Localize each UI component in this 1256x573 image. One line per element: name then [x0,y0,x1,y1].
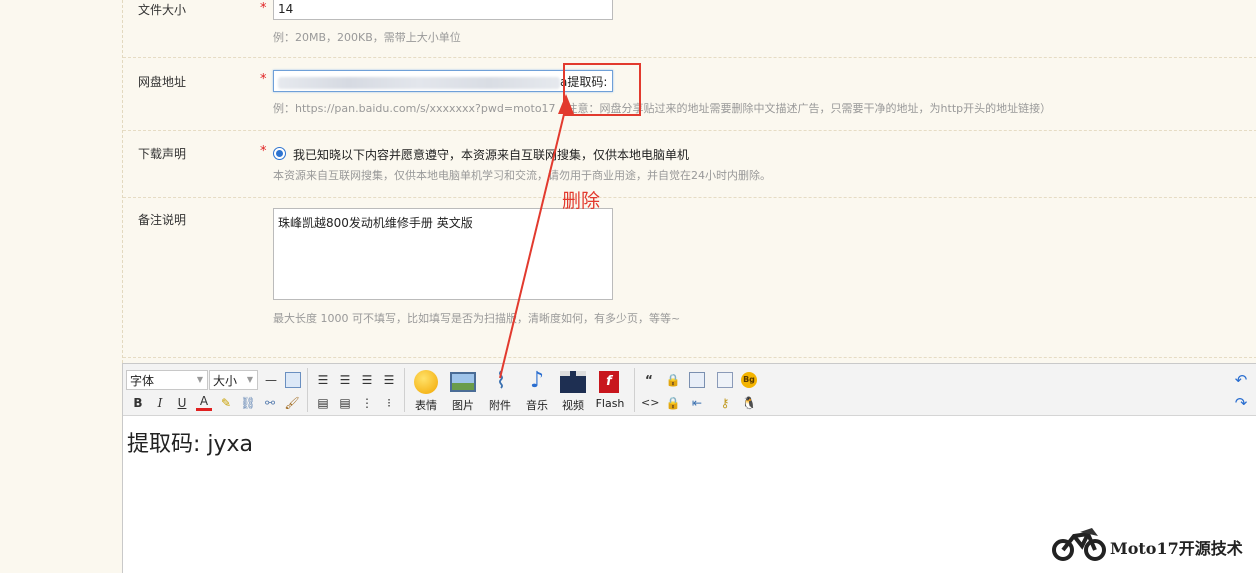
disk-url-label: 网盘地址 [138,75,187,89]
italic-icon[interactable]: I [152,395,168,411]
watermark: Moto17开源技术 [1052,520,1252,565]
chevron-down-icon: ▼ [196,375,203,384]
annotation-delete-label: 删除 [562,190,601,212]
disk-url-hint: 例：https://pan.baidu.com/s/xxxxxxx?pwd=mo… [273,102,1052,115]
download-notice-row: 下载声明 * 我已知晓以下内容并愿意遵守，本资源来自互联网搜集，仅供本地电脑单机… [123,131,1256,198]
attachment-icon[interactable]: ⌇ [488,370,514,394]
download-notice-label: 下载声明 [138,147,187,161]
undo-icon[interactable]: ↶ [1233,372,1249,388]
editor-toolbar: 字体 ▼ 大小 ▼ — B I U A ✎ ⛓ ⚯ 🖌 ☰ ☰ ☰ ☰ ▤ ▤ ⋮ … [123,364,1256,416]
float-left-icon[interactable]: ▤ [315,395,331,411]
remark-hint: 最大长度 1000 可不填写，比如填写是否为扫描版，清晰度如何，有多少页，等等~ [273,312,681,325]
agree-radio[interactable] [273,147,286,160]
toolbar-separator [404,368,405,412]
resource-form: 文件大小 * 14 例：20MB，200KB，需带上大小单位 网盘地址 * a提… [122,0,1256,363]
redo-icon[interactable]: ↷ [1233,395,1249,411]
size-select[interactable]: 大小 ▼ [209,370,258,390]
font-color-icon[interactable]: A [196,395,212,411]
watermark-text: Moto17开源技术 [1110,539,1243,558]
file-size-input[interactable]: 14 [273,0,613,20]
remark-label: 备注说明 [138,213,187,227]
video-icon[interactable] [560,371,586,393]
link-icon[interactable]: ⛓ [240,395,256,411]
chevron-down-icon: ▼ [246,375,253,384]
underline-icon[interactable]: U [174,395,190,411]
download-notice-hint: 本资源来自互联网搜集，仅供本地电脑单机学习和交流，请勿用于商业用途，并自觉在24… [273,169,771,182]
table-icon[interactable] [285,372,301,388]
key-icon[interactable]: ⚷ [717,395,733,411]
font-select[interactable]: 字体 ▼ [126,370,208,390]
font-select-value: 字体 [130,374,155,388]
remark-row: 备注说明 珠峰凯越800发动机维修手册 英文版 最大长度 1000 可不填写，比… [123,198,1256,358]
music-button-label[interactable]: 音乐 [517,397,557,413]
required-mark: * [260,1,267,16]
lock-icon[interactable]: 🔒 [665,372,681,388]
file-size-hint: 例：20MB，200KB，需带上大小单位 [273,31,461,44]
align-left-icon[interactable]: ☰ [337,372,353,388]
image-button-label[interactable]: 图片 [443,397,483,413]
highlight-icon[interactable]: ✎ [218,395,234,411]
quote-icon[interactable]: “ [641,372,657,388]
video-button-label[interactable]: 视频 [553,397,593,413]
motorcycle-logo-icon [1052,528,1106,561]
toolbar-separator [307,368,308,412]
hide-content-icon[interactable]: 🔒 [665,395,681,411]
qq-icon[interactable]: 🐧 [741,395,757,411]
unlink-icon[interactable]: ⚯ [262,395,278,411]
emoticon-button-label[interactable]: 表情 [406,397,446,413]
blurred-url [278,76,560,89]
agree-option-label[interactable]: 我已知晓以下内容并愿意遵守，本资源来自互联网搜集，仅供本地电脑单机 [293,146,689,163]
required-mark: * [260,72,267,87]
annotation-highlight-box [563,63,641,116]
music-icon[interactable]: ♪ [524,369,550,393]
image-icon[interactable] [450,372,476,392]
file-size-row: 文件大小 * 14 例：20MB，200KB，需带上大小单位 [123,0,1256,58]
remark-textarea[interactable]: 珠峰凯越800发动机维修手册 英文版 [273,208,613,300]
background-icon[interactable]: Bg [741,372,757,388]
size-select-value: 大小 [213,374,238,388]
horizontal-rule-icon[interactable]: — [263,372,279,388]
code-icon[interactable]: <> [641,395,659,411]
flash-button-label[interactable]: Flash [590,397,630,410]
align-center-icon[interactable]: ☰ [359,372,375,388]
clear-format-icon[interactable]: 🖌 [284,395,300,411]
page-break-icon[interactable] [717,372,733,388]
float-right-icon[interactable]: ▤ [337,395,353,411]
disk-url-input[interactable]: a提取码: [273,70,613,92]
indent-icon[interactable]: ⇤ [689,395,705,411]
align-justify-icon[interactable]: ☰ [315,372,331,388]
left-margin [0,0,122,573]
editor-content[interactable]: 提取码: jyxa [127,426,253,458]
ordered-list-icon[interactable]: ⋮ [359,395,375,411]
required-mark: * [260,144,267,159]
unordered-list-icon[interactable]: ⁝ [381,395,397,411]
disk-url-row: 网盘地址 * a提取码: 例：https://pan.baidu.com/s/x… [123,58,1256,131]
align-right-icon[interactable]: ☰ [381,372,397,388]
emoticon-icon[interactable] [414,370,438,394]
attachment-button-label[interactable]: 附件 [480,397,520,413]
flash-icon[interactable]: f [599,371,619,393]
toolbar-separator [634,368,635,412]
copy-icon[interactable] [689,372,705,388]
file-size-label: 文件大小 [138,3,187,17]
bold-icon[interactable]: B [130,395,146,411]
